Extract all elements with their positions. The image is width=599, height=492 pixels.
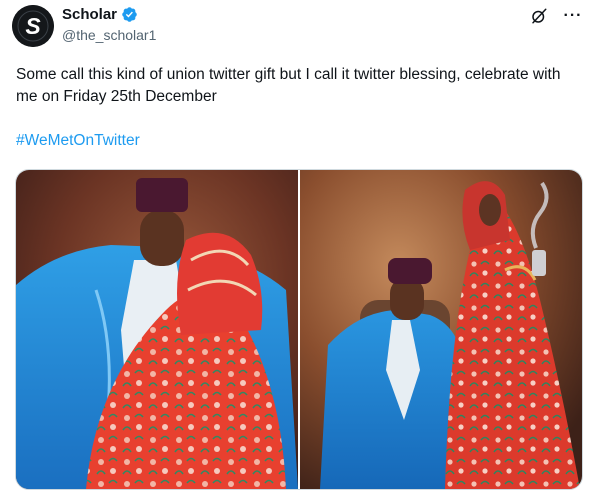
avatar[interactable]: S [12, 5, 54, 47]
photo-couple-standing[interactable] [16, 170, 298, 489]
tweet-header-actions: ··· [529, 6, 583, 26]
scholar-logo-icon: S [12, 5, 54, 47]
media-grid [15, 169, 583, 490]
more-glyph: ··· [563, 7, 583, 24]
verified-badge-icon [121, 6, 138, 23]
author-name[interactable]: Scholar [62, 6, 117, 23]
svg-text:S: S [25, 13, 41, 39]
tweet-text: Some call this kind of union twitter gif… [16, 66, 561, 105]
more-icon[interactable]: ··· [563, 6, 583, 26]
author-handle[interactable]: @the_scholar1 [62, 27, 156, 43]
grok-icon[interactable] [529, 6, 549, 26]
hashtag-link[interactable]: #WeMetOnTwitter [16, 132, 140, 150]
author-name-row: Scholar [62, 6, 138, 23]
photo-couple-seated[interactable] [300, 170, 582, 489]
